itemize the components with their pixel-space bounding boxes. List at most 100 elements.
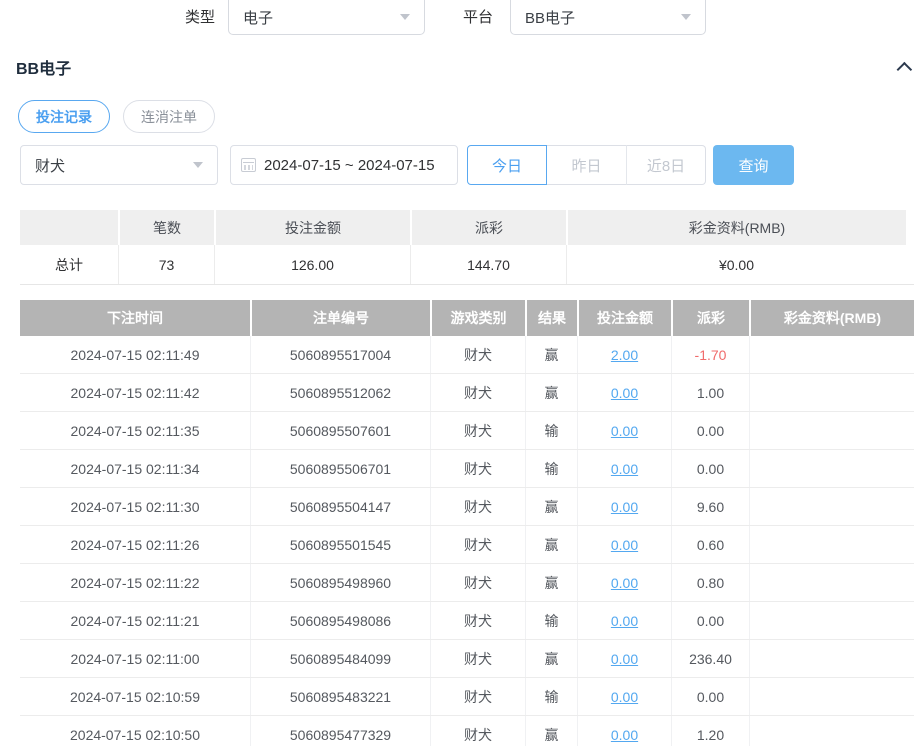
bet-amount-link[interactable]: 0.00 [577, 412, 671, 449]
game-type-cell: 财犬 [430, 716, 525, 746]
tabs: 投注记录 连消注单 [18, 100, 215, 133]
date-range-value: 2024-07-15 ~ 2024-07-15 [264, 157, 435, 174]
bet-amount-value[interactable]: 0.00 [611, 651, 638, 667]
bet-amount-value[interactable]: 2.00 [611, 347, 638, 363]
bonus-cell [749, 564, 914, 601]
summary-table: 笔数 投注金额 派彩 彩金资料(RMB) 总计 73 126.00 144.70… [20, 210, 914, 285]
summary-header-empty [20, 210, 118, 245]
bet-time-cell: 2024-07-15 02:11:00 [20, 640, 250, 677]
bet-amount-link[interactable]: 0.00 [577, 716, 671, 746]
section-header: BB电子 [16, 55, 912, 79]
header-game-type: 游戏类别 [430, 300, 525, 336]
order-number-cell: 5060895498086 [250, 602, 430, 639]
bet-amount-link[interactable]: 0.00 [577, 374, 671, 411]
bet-amount-value[interactable]: 0.00 [611, 613, 638, 629]
bet-amount-value[interactable]: 0.00 [611, 461, 638, 477]
result-cell: 赢 [525, 336, 577, 373]
records-table-body: 2024-07-15 02:11:495060895517004财犬赢2.00-… [20, 336, 914, 746]
caret-down-icon [193, 162, 203, 168]
order-number-cell: 5060895512062 [250, 374, 430, 411]
header-payout: 派彩 [671, 300, 749, 336]
result-cell: 输 [525, 602, 577, 639]
caret-down-icon [400, 14, 410, 20]
bonus-cell [749, 716, 914, 746]
game-select[interactable]: 财犬 [20, 145, 218, 185]
result-cell: 输 [525, 678, 577, 715]
payout-cell: 0.80 [671, 564, 749, 601]
payout-cell: 0.00 [671, 450, 749, 487]
type-select-value: 电子 [243, 7, 400, 28]
bet-amount-link[interactable]: 2.00 [577, 336, 671, 373]
bet-time-cell: 2024-07-15 02:10:50 [20, 716, 250, 746]
bet-amount-link[interactable]: 0.00 [577, 526, 671, 563]
records-table-header: 下注时间 注单编号 游戏类别 结果 投注金额 派彩 彩金资料(RMB) [20, 300, 914, 336]
order-number-cell: 5060895498960 [250, 564, 430, 601]
payout-cell: 0.00 [671, 678, 749, 715]
summary-header-bonus: 彩金资料(RMB) [568, 210, 906, 245]
bet-amount-value[interactable]: 0.00 [611, 499, 638, 515]
bet-amount-value[interactable]: 0.00 [611, 423, 638, 439]
order-number-cell: 5060895517004 [250, 336, 430, 373]
bet-time-cell: 2024-07-15 02:11:30 [20, 488, 250, 525]
tab-cancelled-orders[interactable]: 连消注单 [123, 100, 215, 133]
summary-total-bonus: ¥0.00 [566, 245, 906, 284]
game-select-value: 财犬 [35, 155, 193, 176]
table-row: 2024-07-15 02:11:215060895498086财犬输 0.00 0… [20, 602, 914, 640]
table-row: 2024-07-15 02:11:005060895484099财犬赢0.002… [20, 640, 914, 678]
summary-total-label: 总计 [20, 245, 118, 284]
page: 类型 电子 平台 BB电子 BB电子 投注记录 连消注单 财犬 2024-07-… [0, 0, 922, 746]
type-label: 类型 [185, 6, 215, 27]
chevron-up-icon[interactable] [897, 61, 913, 77]
payout-cell: 0.00 [671, 602, 749, 639]
bet-amount-link[interactable]: 0.00 [577, 640, 671, 677]
yesterday-button[interactable]: 昨日 [547, 145, 626, 185]
bet-amount-value[interactable]: 0.00 [611, 537, 638, 553]
table-row: 2024-07-15 02:11:425060895512062财犬赢0.001… [20, 374, 914, 412]
bet-amount-value[interactable]: 0.00 [611, 575, 638, 591]
search-button[interactable]: 查询 [713, 145, 794, 185]
bet-amount-link[interactable]: 0.00 [577, 488, 671, 525]
bet-time-cell: 2024-07-15 02:11:34 [20, 450, 250, 487]
tab-bet-records[interactable]: 投注记录 [18, 100, 110, 133]
result-cell: 赢 [525, 716, 577, 746]
bet-amount-value[interactable]: 0.00 [611, 727, 638, 743]
summary-table-header: 笔数 投注金额 派彩 彩金资料(RMB) [20, 210, 914, 245]
payout-cell: 236.40 [671, 640, 749, 677]
order-number-cell: 5060895477329 [250, 716, 430, 746]
last-8-days-button[interactable]: 近8日 [626, 145, 706, 185]
bet-time-cell: 2024-07-15 02:11:21 [20, 602, 250, 639]
type-select[interactable]: 电子 [228, 0, 425, 35]
game-type-cell: 财犬 [430, 640, 525, 677]
bonus-cell [749, 412, 914, 449]
bet-amount-value[interactable]: 0.00 [611, 385, 638, 401]
summary-total-row: 总计 73 126.00 144.70 ¥0.00 [20, 245, 914, 285]
bet-amount-link[interactable]: 0.00 [577, 602, 671, 639]
bonus-cell [749, 640, 914, 677]
date-range-input[interactable]: 2024-07-15 ~ 2024-07-15 [230, 145, 458, 185]
platform-select[interactable]: BB电子 [510, 0, 706, 35]
game-type-cell: 财犬 [430, 526, 525, 563]
today-button[interactable]: 今日 [467, 145, 547, 185]
summary-header-bet-amount: 投注金额 [216, 210, 410, 245]
result-cell: 赢 [525, 564, 577, 601]
payout-cell: 0.60 [671, 526, 749, 563]
bet-time-cell: 2024-07-15 02:11:42 [20, 374, 250, 411]
bet-amount-link[interactable]: 0.00 [577, 678, 671, 715]
order-number-cell: 5060895504147 [250, 488, 430, 525]
summary-total-count: 73 [118, 245, 214, 284]
bet-amount-link[interactable]: 0.00 [577, 564, 671, 601]
bet-time-cell: 2024-07-15 02:11:22 [20, 564, 250, 601]
game-type-cell: 财犬 [430, 450, 525, 487]
bet-amount-value[interactable]: 0.00 [611, 689, 638, 705]
payout-cell: 1.00 [671, 374, 749, 411]
summary-header-payout: 派彩 [412, 210, 566, 245]
payout-cell: 9.60 [671, 488, 749, 525]
bonus-cell [749, 374, 914, 411]
order-number-cell: 5060895484099 [250, 640, 430, 677]
summary-total-payout: 144.70 [410, 245, 566, 284]
header-bet-amount: 投注金额 [577, 300, 671, 336]
result-cell: 赢 [525, 526, 577, 563]
game-type-cell: 财犬 [430, 602, 525, 639]
bet-time-cell: 2024-07-15 02:11:35 [20, 412, 250, 449]
bet-amount-link[interactable]: 0.00 [577, 450, 671, 487]
